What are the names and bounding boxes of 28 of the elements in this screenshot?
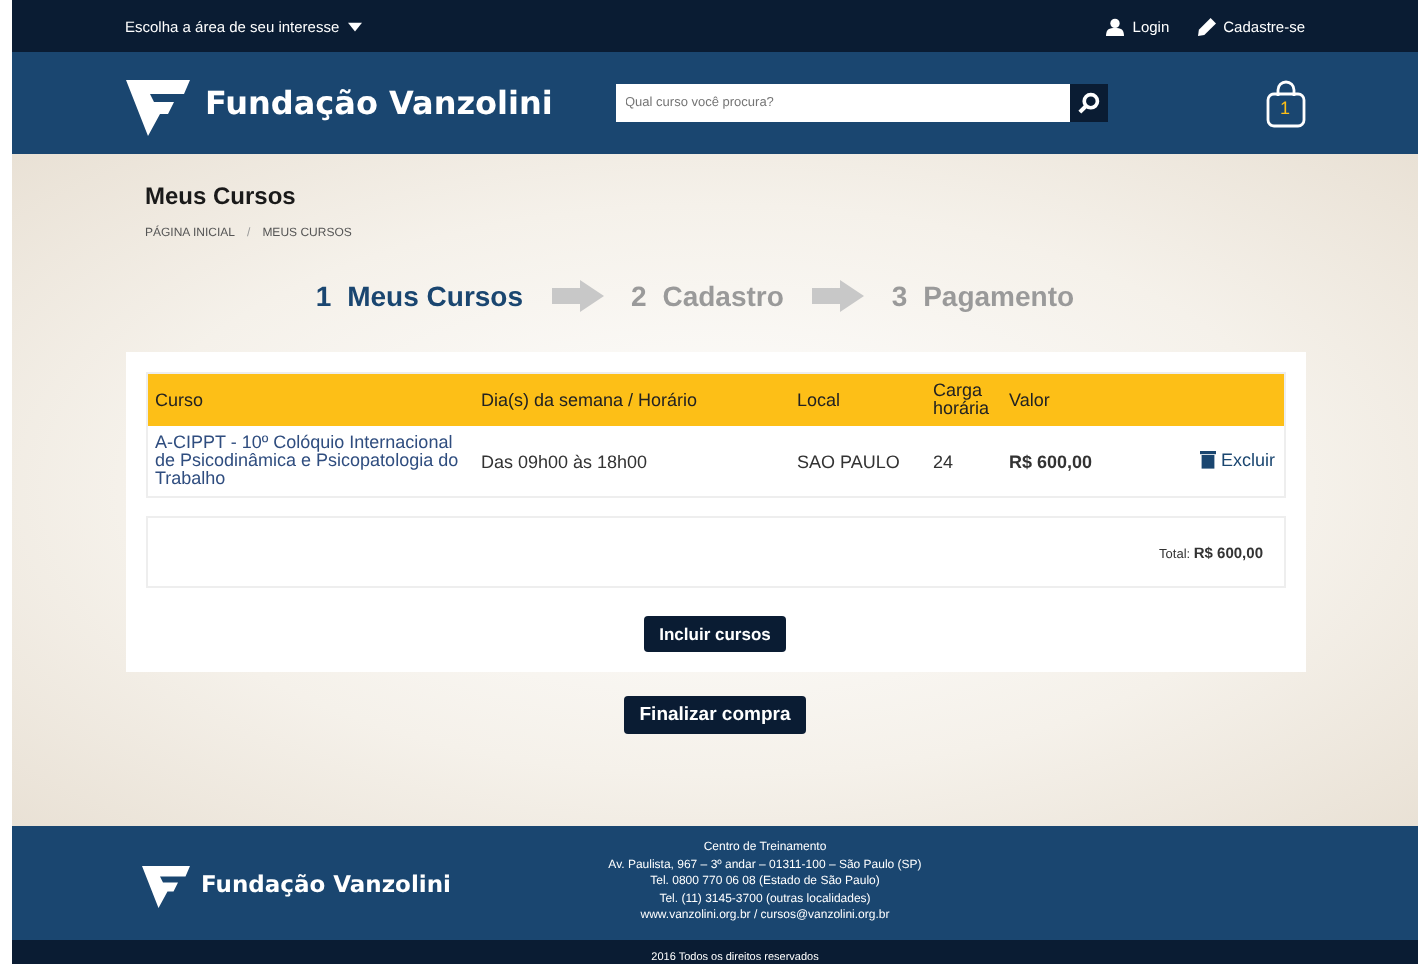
pencil-icon <box>1197 17 1216 35</box>
table-cell: R$ 600,00 <box>1001 426 1149 497</box>
logo-text: Fundação Vanzolini <box>201 869 451 897</box>
step: 2 Cadastro <box>631 280 784 312</box>
course-name[interactable]: A-CIPPT - 10º Colóquio Internacional de Psicodinâmica e Psicopatologia do Trabalho <box>146 426 473 497</box>
add-courses-button[interactable]: Incluir cursos <box>643 616 787 652</box>
caret-icon <box>347 21 362 31</box>
table-cell: SAO PAULO <box>789 426 925 497</box>
step: 1 Meus Cursos <box>315 280 524 312</box>
checkout-button[interactable]: Finalizar compra <box>623 696 807 734</box>
search-icon <box>1077 92 1099 114</box>
logo-text: Fundação Vanzolini <box>205 84 553 122</box>
column-header: Local <box>789 373 925 426</box>
column-header: Valor <box>1001 373 1149 426</box>
cart-count: 1 <box>1277 97 1292 117</box>
remove-link[interactable]: Excluir <box>1200 448 1275 470</box>
column-header: Dia(s) da semana / Horário <box>473 373 789 426</box>
step: 3 Pagamento <box>891 280 1075 312</box>
search-button[interactable] <box>1069 84 1107 122</box>
column-header: Curso <box>146 373 473 426</box>
table-cell: 24 <box>925 426 1001 497</box>
arrow-icon <box>811 280 864 312</box>
table-cell: Das 09h00 às 18h00 <box>473 426 789 497</box>
column-header: Carga horária <box>925 373 1001 426</box>
page-title: Meus Cursos <box>145 182 298 210</box>
arrow-icon <box>551 280 604 312</box>
user-icon <box>1106 17 1125 35</box>
trash-icon <box>1200 448 1217 470</box>
